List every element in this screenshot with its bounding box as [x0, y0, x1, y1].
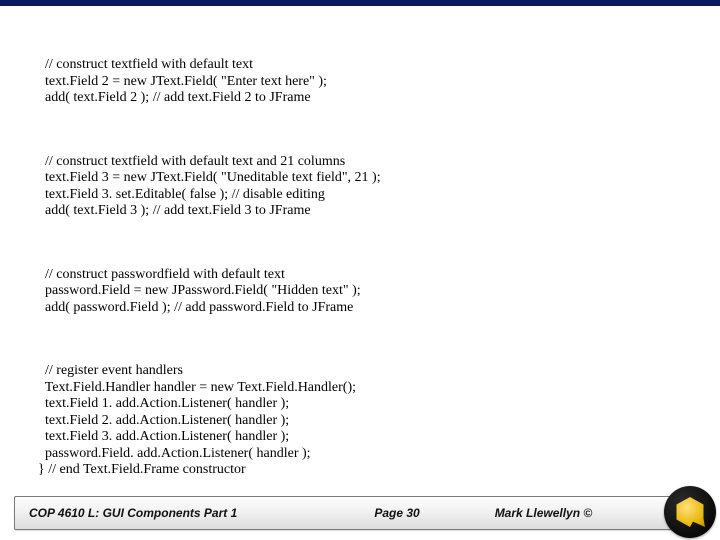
code-block-1: // construct textfield with default text… — [38, 57, 680, 107]
code-line: text.Field 1. add.Action.Listener( handl… — [38, 396, 289, 411]
code-line: Text.Field.Handler handler = new Text.Fi… — [38, 380, 356, 395]
code-line: } // end Text.Field.Frame constructor — [38, 462, 246, 477]
code-line: // construct passwordfield with default … — [38, 267, 285, 282]
code-line: text.Field 2. add.Action.Listener( handl… — [38, 413, 289, 428]
footer-bar: COP 4610 L: GUI Components Part 1 Page 3… — [14, 496, 706, 530]
pegasus-icon — [675, 497, 705, 527]
code-line: // construct textfield with default text — [38, 57, 253, 72]
code-line: text.Field 2 = new JText.Field( "Enter t… — [38, 74, 327, 89]
code-line: // construct textfield with default text… — [38, 154, 345, 169]
footer: COP 4610 L: GUI Components Part 1 Page 3… — [0, 482, 720, 540]
code-line: password.Field = new JPassword.Field( "H… — [38, 283, 361, 298]
ucf-logo — [664, 486, 716, 538]
code-line: password.Field. add.Action.Listener( han… — [38, 446, 311, 461]
footer-page-number: Page 30 — [309, 506, 484, 520]
code-area: // construct textfield with default text… — [38, 24, 680, 526]
code-line: add( password.Field ); // add password.F… — [38, 300, 353, 315]
footer-author-text: Mark Llewellyn © — [495, 506, 593, 520]
code-block-3: // construct passwordfield with default … — [38, 267, 680, 317]
code-line: add( text.Field 3 ); // add text.Field 3… — [38, 203, 311, 218]
code-line: text.Field 3. add.Action.Listener( handl… — [38, 429, 289, 444]
code-block-2: // construct textfield with default text… — [38, 154, 680, 220]
slide: // construct textfield with default text… — [0, 0, 720, 540]
code-line: add( text.Field 2 ); // add text.Field 2… — [38, 90, 311, 105]
code-block-4: // register event handlers Text.Field.Ha… — [38, 363, 680, 479]
code-line: text.Field 3. set.Editable( false ); // … — [38, 187, 325, 202]
code-line: // register event handlers — [38, 363, 183, 378]
code-line: text.Field 3 = new JText.Field( "Unedita… — [38, 170, 381, 185]
footer-course-title: COP 4610 L: GUI Components Part 1 — [15, 506, 309, 520]
